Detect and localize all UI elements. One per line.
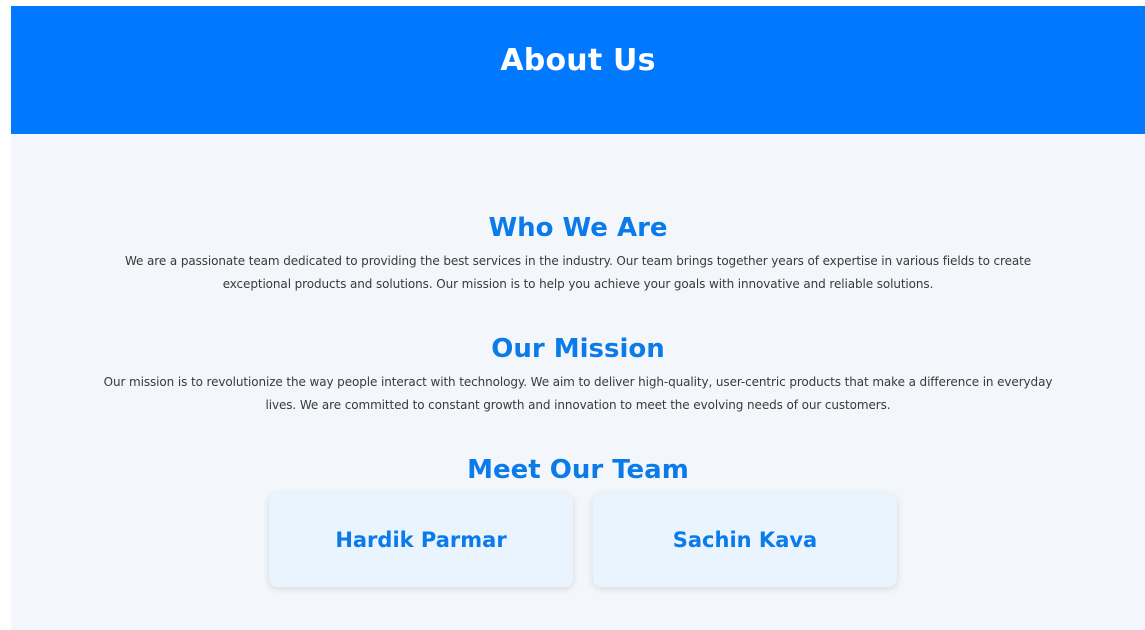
team-member-name: Sachin Kava (672, 528, 818, 552)
about-page: About Us Who We Are We are a passionate … (11, 6, 1145, 630)
team-member-card: Sachin Kava (593, 493, 897, 587)
who-we-are-text: We are a passionate team dedicated to pr… (124, 254, 1032, 291)
our-mission-section: Our Mission Our mission is to revolution… (11, 333, 1145, 417)
who-we-are-heading: Who We Are (488, 213, 668, 243)
our-mission-heading: Our Mission (491, 334, 665, 364)
page-title: About Us (500, 42, 656, 78)
who-we-are-section: Who We Are We are a passionate team dedi… (11, 212, 1145, 296)
team-member-card: Hardik Parmar (269, 493, 573, 587)
meet-our-team-heading: Meet Our Team (467, 455, 689, 485)
our-mission-text: Our mission is to revolutionize the way … (103, 375, 1053, 412)
page-header: About Us (11, 6, 1145, 134)
team-member-name: Hardik Parmar (335, 528, 507, 552)
